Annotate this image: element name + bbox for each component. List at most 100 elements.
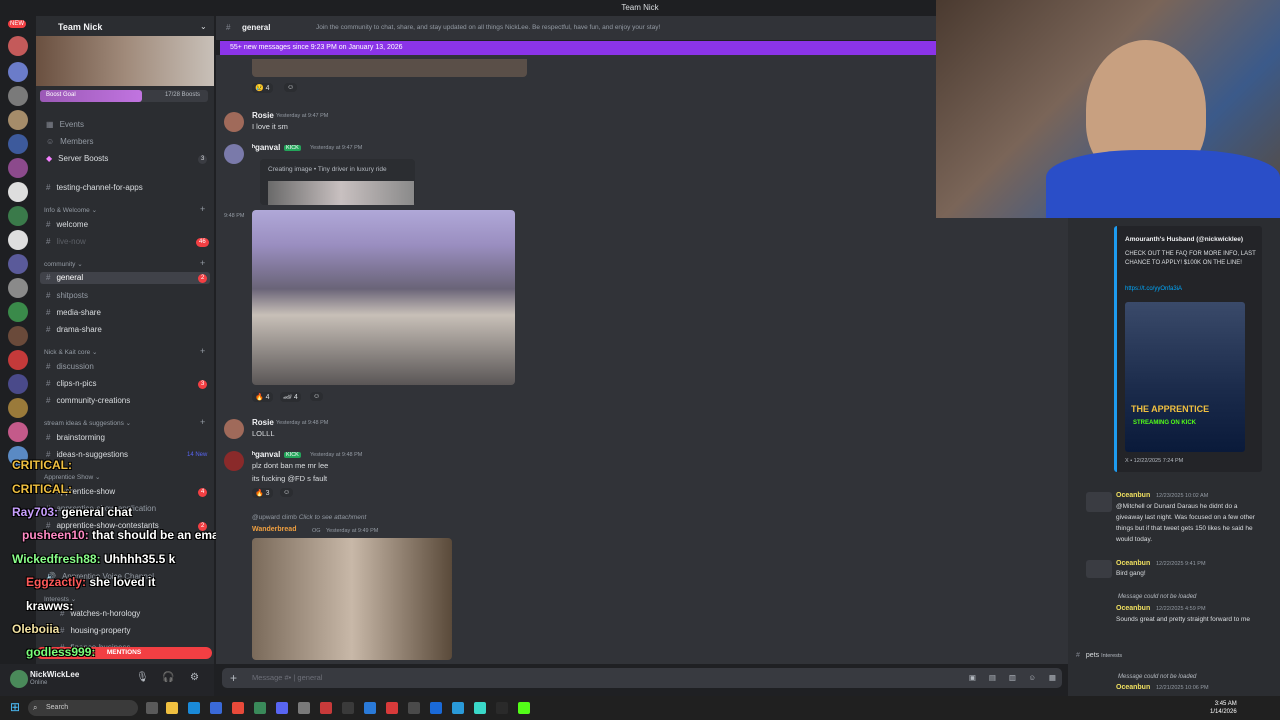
image-attachment[interactable] bbox=[252, 538, 452, 660]
new-messages-bar[interactable]: 55+ new messages since 9:23 PM on Januar… bbox=[220, 41, 936, 55]
app-icon[interactable] bbox=[364, 702, 376, 714]
apprentice-poster-image[interactable]: THE APPRENTICE STREAMING ON KICK bbox=[1125, 302, 1245, 452]
store-icon[interactable] bbox=[210, 702, 222, 714]
avatar[interactable] bbox=[224, 112, 244, 132]
task-view-icon[interactable] bbox=[146, 702, 158, 714]
avatar[interactable] bbox=[1086, 560, 1112, 578]
app-icon[interactable] bbox=[430, 702, 442, 714]
app-icon[interactable] bbox=[320, 702, 332, 714]
reply-reference[interactable]: @upward climb Click to see attachment bbox=[252, 514, 366, 521]
gift-icon[interactable]: ▣ bbox=[969, 668, 976, 688]
feed-username[interactable]: Oceanbun bbox=[1116, 492, 1150, 499]
message-username[interactable]: ʰganval bbox=[252, 143, 280, 152]
channel-topic[interactable]: Join the community to chat, share, and s… bbox=[316, 24, 660, 31]
message-username[interactable]: ʰganval bbox=[252, 450, 280, 459]
server-icon[interactable] bbox=[8, 302, 28, 322]
image-preview[interactable] bbox=[268, 181, 414, 205]
add-channel-icon[interactable]: + bbox=[200, 346, 205, 356]
channel-clips-n-pics[interactable]: # clips-n-pics bbox=[46, 379, 96, 388]
add-channel-icon[interactable]: + bbox=[200, 258, 205, 268]
category-apprentice-show[interactable]: Apprentice Show ⌄ bbox=[44, 473, 100, 481]
server-icon[interactable] bbox=[8, 206, 28, 226]
server-icon[interactable] bbox=[8, 230, 28, 250]
channel-media-share[interactable]: # media-share bbox=[46, 308, 101, 317]
server-icon[interactable] bbox=[8, 374, 28, 394]
file-explorer-icon[interactable] bbox=[166, 702, 178, 714]
server-icon[interactable] bbox=[8, 398, 28, 418]
sidebar-item-members[interactable]: ☺ Members bbox=[46, 137, 94, 146]
chrome-icon[interactable] bbox=[232, 702, 244, 714]
reaction[interactable]: 🔥 3 bbox=[252, 488, 273, 498]
emoji-icon[interactable]: ☺ bbox=[1028, 668, 1036, 688]
reaction[interactable]: 😢 4 bbox=[252, 83, 273, 93]
add-reaction-icon[interactable]: ☺ bbox=[280, 488, 294, 497]
message-username[interactable]: Rosie bbox=[252, 111, 274, 120]
taskbar-clock[interactable]: 3:45 AM 1/14/2026 bbox=[1210, 700, 1237, 716]
add-channel-icon[interactable]: + bbox=[200, 417, 205, 427]
image-attachment[interactable] bbox=[252, 59, 527, 77]
channel-shitposts[interactable]: # shitposts bbox=[46, 291, 88, 300]
avatar[interactable] bbox=[224, 451, 244, 471]
feed-username[interactable]: Oceanbun bbox=[1116, 605, 1150, 612]
embed-link[interactable]: https://t.co/yyOnfa3iA bbox=[1125, 286, 1182, 292]
feed-username[interactable]: Oceanbun bbox=[1116, 684, 1150, 691]
server-name[interactable]: Team Nick bbox=[58, 22, 102, 32]
channel-welcome[interactable]: # welcome bbox=[46, 220, 88, 229]
channel-live-now[interactable]: # live-now bbox=[46, 237, 86, 246]
gear-icon[interactable]: ⚙ bbox=[190, 672, 199, 683]
category-nick-kait-core[interactable]: Nick & Kait core ⌄ bbox=[44, 348, 98, 356]
add-attachment-icon[interactable]: + bbox=[230, 668, 237, 688]
channel-brainstorming[interactable]: # brainstorming bbox=[46, 433, 105, 442]
message-input[interactable]: + Message #• | general ▣ ▤ ▥ ☺ ▦ bbox=[222, 668, 1062, 688]
sidebar-item-events[interactable]: ▦ Events bbox=[46, 120, 84, 129]
server-icon[interactable] bbox=[8, 158, 28, 178]
server-icon[interactable] bbox=[8, 350, 28, 370]
app-icon[interactable] bbox=[254, 702, 266, 714]
discord-icon[interactable] bbox=[276, 702, 288, 714]
taskbar-search[interactable]: ⌕ Search bbox=[28, 700, 138, 716]
reaction[interactable]: 🏎 4 bbox=[280, 392, 301, 402]
reaction[interactable]: 🔥 4 bbox=[252, 392, 273, 402]
app-icon[interactable] bbox=[518, 702, 530, 714]
server-icon[interactable] bbox=[8, 254, 28, 274]
forum-thread-pets[interactable]: # pets Interests bbox=[1076, 652, 1122, 659]
avatar[interactable] bbox=[1086, 492, 1112, 512]
sticker-icon[interactable]: ▥ bbox=[1009, 668, 1016, 688]
channel-community-creations[interactable]: # community-creations bbox=[46, 396, 130, 405]
channel-drama-share[interactable]: # drama-share bbox=[46, 325, 102, 334]
server-icon[interactable] bbox=[8, 62, 28, 82]
feed-username[interactable]: Oceanbun bbox=[1116, 560, 1150, 567]
server-icon[interactable] bbox=[8, 326, 28, 346]
avatar[interactable] bbox=[224, 144, 244, 164]
app-icon[interactable] bbox=[342, 702, 354, 714]
category-info-welcome[interactable]: Info & Welcome ⌄ bbox=[44, 206, 97, 214]
message-username[interactable]: Rosie bbox=[252, 418, 274, 427]
sidebar-item-testing-channel[interactable]: # testing-channel-for-apps bbox=[46, 183, 143, 192]
server-icon[interactable] bbox=[8, 110, 28, 130]
sidebar-item-server-boosts[interactable]: ◆ Server Boosts bbox=[46, 154, 108, 163]
server-icon[interactable] bbox=[8, 278, 28, 298]
app-icon[interactable] bbox=[298, 702, 310, 714]
avatar[interactable] bbox=[224, 419, 244, 439]
microphone-icon[interactable]: 🎙 bbox=[136, 672, 149, 683]
server-icon[interactable] bbox=[8, 422, 28, 442]
image-attachment[interactable] bbox=[252, 210, 515, 385]
channel-general[interactable]: # general bbox=[40, 272, 210, 284]
obs-icon[interactable] bbox=[408, 702, 420, 714]
chevron-down-icon[interactable]: ⌄ bbox=[200, 22, 207, 31]
channel-discussion[interactable]: # discussion bbox=[46, 362, 94, 371]
gif-icon[interactable]: ▤ bbox=[989, 668, 996, 688]
app-icon[interactable] bbox=[474, 702, 486, 714]
avatar[interactable] bbox=[10, 670, 28, 688]
server-icon[interactable] bbox=[8, 36, 28, 56]
message-username[interactable]: Wanderbread bbox=[252, 526, 296, 533]
windows-start-icon[interactable]: ⊞ bbox=[10, 700, 20, 714]
channel-housing-property[interactable]: # housing-property bbox=[60, 626, 131, 635]
server-icon[interactable] bbox=[8, 134, 28, 154]
add-reaction-icon[interactable]: ☺ bbox=[310, 392, 324, 401]
add-reaction-icon[interactable]: ☺ bbox=[284, 83, 298, 92]
server-icon[interactable] bbox=[8, 86, 28, 106]
boost-goal-bar[interactable]: Boost Goal 17/28 Boosts bbox=[40, 90, 208, 102]
app-icon[interactable] bbox=[452, 702, 464, 714]
edge-icon[interactable] bbox=[188, 702, 200, 714]
